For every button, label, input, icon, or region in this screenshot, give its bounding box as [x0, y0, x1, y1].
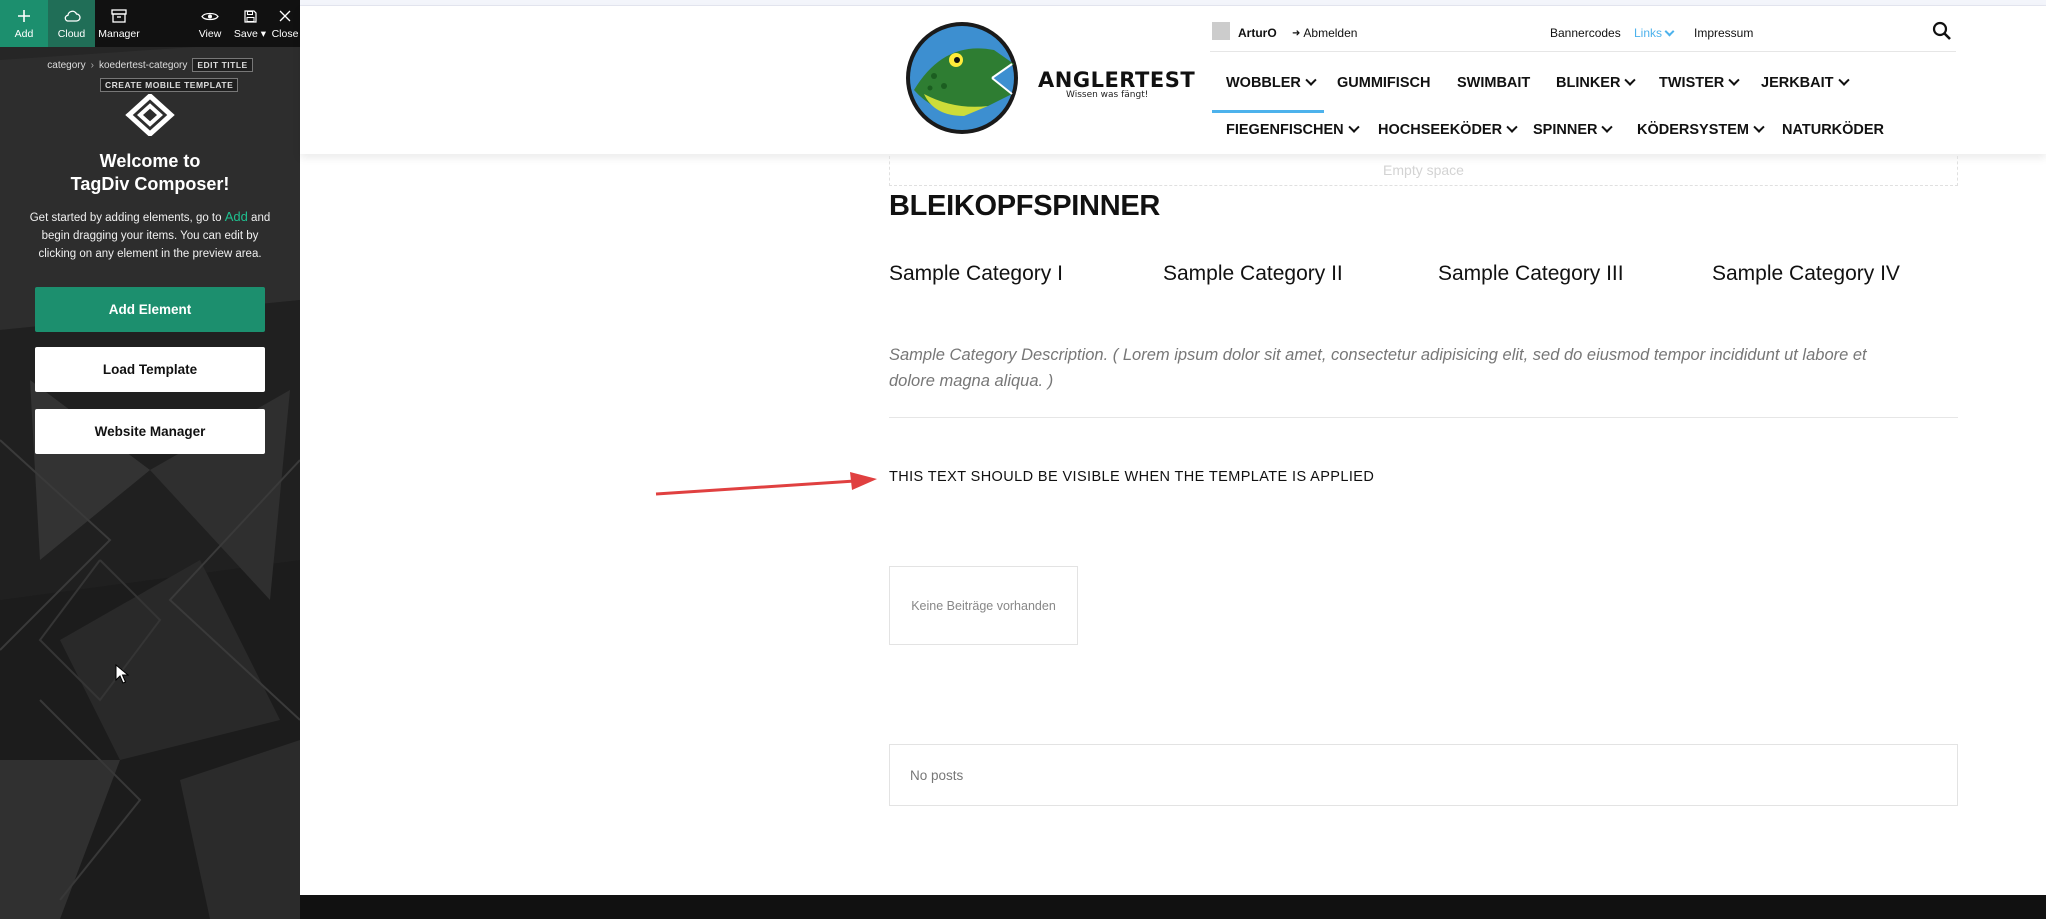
page-title[interactable]: BLEIKOPFSPINNER [889, 190, 1160, 223]
brand-name[interactable]: ANGLERTEST [1038, 68, 1195, 92]
site-footer [300, 895, 2046, 919]
tagdiv-logo-icon [125, 94, 175, 136]
category-description[interactable]: Sample Category Description. ( Lorem ips… [889, 342, 1899, 394]
manager-icon [111, 7, 127, 25]
topbar-link-impressum[interactable]: Impressum [1694, 26, 1753, 40]
search-icon[interactable] [1932, 21, 1952, 41]
panel-background-pattern [0, 0, 300, 919]
manager-button[interactable]: Manager [95, 0, 143, 47]
view-button[interactable]: View [190, 0, 230, 47]
close-icon [279, 7, 291, 25]
breadcrumb-template-name[interactable]: koedertest-category [99, 60, 187, 71]
nav-item-wobbler[interactable]: WOBBLER [1226, 74, 1317, 91]
chevron-down-icon [1837, 74, 1850, 86]
composer-toolbar: Add Cloud Manager View Save ▾ Close [0, 0, 300, 47]
breadcrumb: category › koedertest-category EDIT TITL… [0, 58, 300, 72]
chevron-down-icon [1601, 121, 1614, 133]
floppy-icon [243, 7, 257, 25]
nav-item-blinker[interactable]: BLINKER [1556, 74, 1637, 91]
close-button[interactable]: Close [270, 0, 300, 47]
red-arrow-annotation-icon [655, 472, 877, 496]
fish-logo-icon[interactable] [904, 20, 1020, 136]
add-link[interactable]: Add [225, 209, 248, 224]
save-button[interactable]: Save ▾ [230, 0, 270, 47]
chevron-down-icon [1624, 74, 1637, 86]
cloud-label: Cloud [57, 28, 86, 40]
nav-item-twister[interactable]: TWISTER [1659, 74, 1740, 91]
create-mobile-template-button[interactable]: CREATE MOBILE TEMPLATE [100, 78, 239, 92]
eye-icon [201, 7, 219, 25]
topbar-link-links[interactable]: Links [1634, 26, 1675, 40]
nav-item-spinner[interactable]: SPINNER [1533, 121, 1614, 138]
breadcrumb-category[interactable]: category [47, 60, 85, 71]
mouse-cursor-icon [115, 664, 129, 684]
welcome-intro: Get started by adding elements, go to Ad… [29, 209, 271, 260]
close-label: Close [271, 28, 299, 40]
chevron-down-icon [1728, 74, 1740, 86]
add-label: Add [14, 28, 34, 40]
no-posts-box-de[interactable]: Keine Beiträge vorhanden [889, 566, 1078, 645]
nav-item-naturkoeder[interactable]: NATURKÖDER [1782, 122, 1884, 138]
nav-item-jerkbait[interactable]: JERKBAIT [1761, 74, 1850, 91]
edit-title-button[interactable]: EDIT TITLE [192, 58, 253, 72]
cloud-icon [63, 7, 81, 25]
no-posts-box[interactable]: No posts [889, 744, 1958, 806]
logout-link[interactable]: ➜ Abmelden [1292, 26, 1357, 40]
brand-tagline: Wissen was fängt! [1066, 90, 1149, 100]
header-topbar: ArturO ➜ Abmelden Bannercodes Links Impre… [1210, 18, 1956, 52]
avatar[interactable] [1212, 22, 1230, 40]
website-manager-button[interactable]: Website Manager [35, 409, 265, 454]
add-element-button[interactable]: Add Element [35, 287, 265, 332]
load-template-button[interactable]: Load Template [35, 347, 265, 392]
user-name[interactable]: ArturO [1238, 26, 1277, 40]
topbar-link-bannercodes[interactable]: Bannercodes [1550, 26, 1621, 40]
chevron-right-icon: › [90, 59, 94, 71]
chevron-down-icon [1347, 121, 1360, 133]
nav-item-gummifisch[interactable]: GUMMIFISCH [1337, 75, 1430, 91]
add-button[interactable]: Add [0, 0, 48, 47]
nav-item-hochseekoeder[interactable]: HOCHSEEKÖDER [1378, 121, 1518, 138]
toolbar-spacer [143, 0, 190, 47]
cloud-button[interactable]: Cloud [48, 0, 95, 47]
composer-panel: Add Cloud Manager View Save ▾ Close cate… [0, 0, 300, 919]
manager-label: Manager [98, 28, 140, 40]
welcome-title: Welcome to TagDiv Composer! [70, 151, 230, 194]
divider [889, 417, 1958, 418]
view-label: View [198, 28, 222, 40]
nav-active-indicator [1212, 110, 1324, 113]
site-preview: ANGLERTEST Wissen was fängt! ArturO ➜ Abm… [300, 0, 2046, 919]
plus-icon [17, 7, 31, 25]
nav-item-swimbait[interactable]: SWIMBAIT [1457, 75, 1530, 91]
chevron-down-icon [1753, 121, 1765, 133]
nav-item-koedersystem[interactable]: KÖDERSYSTEM [1637, 121, 1765, 138]
category-link-4[interactable]: Sample Category IV [1712, 262, 1900, 286]
chevron-down-icon [1305, 74, 1317, 86]
template-text[interactable]: THIS TEXT SHOULD BE VISIBLE WHEN THE TEM… [889, 469, 1374, 485]
category-link-1[interactable]: Sample Category I [889, 262, 1063, 286]
chevron-down-icon [1506, 121, 1518, 133]
category-link-2[interactable]: Sample Category II [1163, 262, 1343, 286]
empty-space-block[interactable]: Empty space [889, 156, 1958, 186]
save-label: Save ▾ [233, 28, 267, 40]
nav-item-fiegenfischen[interactable]: FIEGENFISCHEN [1226, 121, 1360, 138]
site-header: ANGLERTEST Wissen was fängt! ArturO ➜ Abm… [300, 6, 2046, 154]
chevron-down-icon [1664, 26, 1675, 36]
category-link-3[interactable]: Sample Category III [1438, 262, 1624, 286]
logout-icon: ➜ [1292, 27, 1301, 39]
